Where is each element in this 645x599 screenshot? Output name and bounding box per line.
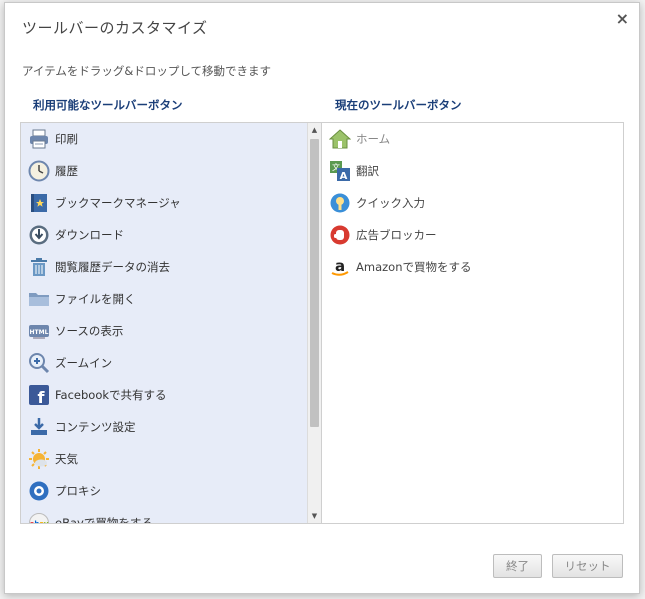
list-item[interactable]: 閲覧履歴データの消去 xyxy=(21,251,306,283)
current-buttons-list[interactable]: ホーム 文A 翻訳 クイック入力 広告ブロッカー a Amazonで買物をする xyxy=(321,122,624,524)
amazon-icon: a xyxy=(329,256,351,278)
list-item[interactable]: 天気 xyxy=(21,443,306,475)
svg-text:A: A xyxy=(340,171,348,182)
list-item[interactable]: 広告ブロッカー xyxy=(322,219,607,251)
svg-text:a: a xyxy=(335,257,345,275)
item-label: プロキシ xyxy=(55,484,101,498)
dialog-title: ツールバーのカスタマイズ xyxy=(22,19,208,37)
list-item[interactable]: ダウンロード xyxy=(21,219,306,251)
item-label: 天気 xyxy=(55,452,78,466)
home-icon xyxy=(329,128,351,150)
list-item[interactable]: ホーム xyxy=(322,123,607,155)
item-label: コンテンツ設定 xyxy=(55,420,136,434)
item-label: Facebookで共有する xyxy=(55,388,167,402)
close-icon[interactable]: × xyxy=(616,9,629,29)
content-settings-icon xyxy=(28,416,50,438)
item-label: eBayで買物をする xyxy=(55,516,153,524)
svg-text:f: f xyxy=(38,388,46,406)
item-label: ソースの表示 xyxy=(55,324,124,338)
list-item[interactable]: HTML ソースの表示 xyxy=(21,315,306,347)
ebay-icon: ebay xyxy=(28,512,50,524)
list-item[interactable]: 文A 翻訳 xyxy=(322,155,607,187)
item-label: ズームイン xyxy=(55,356,113,370)
svg-text:ebay: ebay xyxy=(30,520,49,524)
item-label: ファイルを開く xyxy=(55,292,136,306)
list-item[interactable]: コンテンツ設定 xyxy=(21,411,306,443)
item-label: ブックマークマネージャ xyxy=(55,196,181,210)
item-label: Amazonで買物をする xyxy=(356,260,472,274)
translate-icon: 文A xyxy=(329,160,351,182)
available-list-scrollbar[interactable]: ▲ ▼ xyxy=(307,123,321,523)
weather-icon xyxy=(28,448,50,470)
list-item[interactable]: ズームイン xyxy=(21,347,306,379)
facebook-icon: f xyxy=(28,384,50,406)
ad-blocker-icon xyxy=(329,224,351,246)
clock-icon xyxy=(28,160,50,182)
item-label: 広告ブロッカー xyxy=(356,228,437,242)
trash-icon xyxy=(28,256,50,278)
list-item[interactable]: f Facebookで共有する xyxy=(21,379,306,411)
svg-text:HTML: HTML xyxy=(30,329,49,336)
scrollbar-thumb[interactable] xyxy=(310,139,319,427)
list-item[interactable]: ファイルを開く xyxy=(21,283,306,315)
html-source-icon: HTML xyxy=(28,320,50,342)
scroll-down-icon[interactable]: ▼ xyxy=(308,509,321,523)
list-item[interactable]: ブックマークマネージャ xyxy=(21,187,306,219)
item-label: クイック入力 xyxy=(356,196,425,210)
available-buttons-header: 利用可能なツールバーボタン xyxy=(33,98,183,112)
item-label: 印刷 xyxy=(55,132,78,146)
item-label: 翻訳 xyxy=(356,164,379,178)
item-label: 履歴 xyxy=(55,164,78,178)
list-item[interactable]: プロキシ xyxy=(21,475,306,507)
item-label: ホーム xyxy=(356,132,391,146)
available-buttons-list[interactable]: 印刷 履歴 ブックマークマネージャ ダウンロード 閲覧履歴データの消去 ファイル… xyxy=(20,122,322,524)
list-item[interactable]: 履歴 xyxy=(21,155,306,187)
scroll-up-icon[interactable]: ▲ xyxy=(308,123,321,137)
download-circle-icon xyxy=(28,224,50,246)
printer-icon xyxy=(28,128,50,150)
customize-toolbar-dialog: ツールバーのカスタマイズ × アイテムをドラッグ&ドロップして移動できます 利用… xyxy=(4,2,640,594)
bookmark-book-icon xyxy=(28,192,50,214)
list-item[interactable]: クイック入力 xyxy=(322,187,607,219)
instruction-text: アイテムをドラッグ&ドロップして移動できます xyxy=(22,64,271,78)
done-button[interactable]: 終了 xyxy=(493,554,542,578)
folder-icon xyxy=(28,288,50,310)
item-label: ダウンロード xyxy=(55,228,124,242)
zoom-in-icon xyxy=(28,352,50,374)
list-item[interactable]: 印刷 xyxy=(21,123,306,155)
item-label: 閲覧履歴データの消去 xyxy=(55,260,170,274)
quick-input-icon xyxy=(329,192,351,214)
current-buttons-header: 現在のツールバーボタン xyxy=(335,98,462,112)
proxy-icon xyxy=(28,480,50,502)
list-item[interactable]: ebay eBayで買物をする xyxy=(21,507,306,524)
list-item[interactable]: a Amazonで買物をする xyxy=(322,251,607,283)
reset-button[interactable]: リセット xyxy=(552,554,623,578)
